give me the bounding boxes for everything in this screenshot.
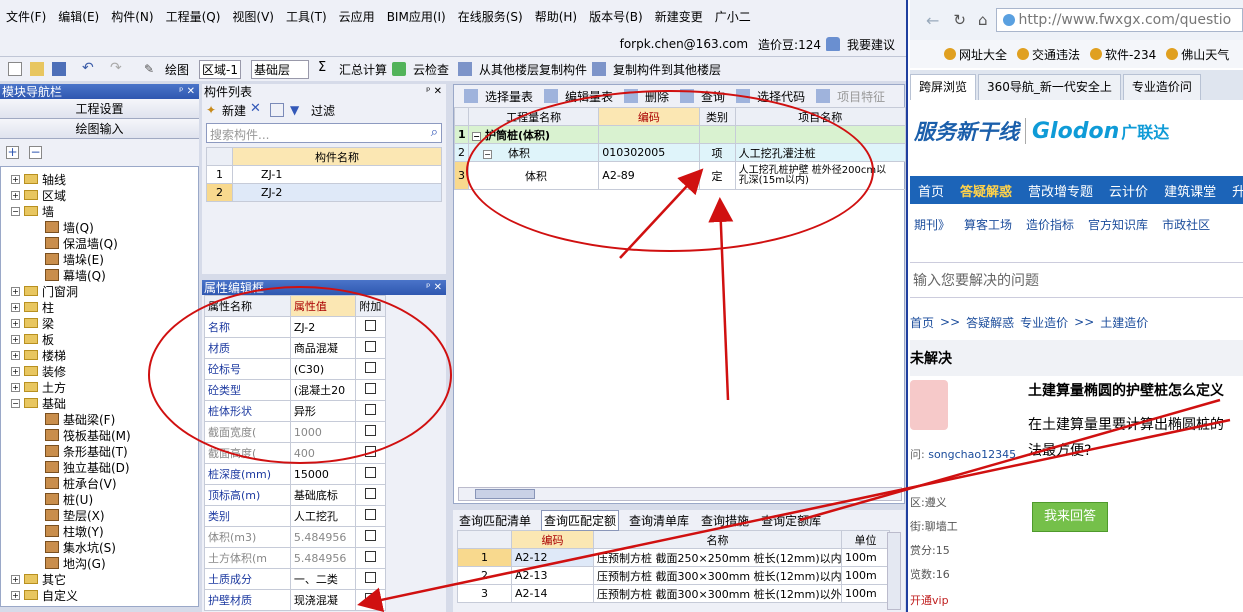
arrow-to-wall-material: [357, 418, 1231, 612]
arrow-line: [799, 398, 1221, 522]
annotation-arrows: [357, 168, 1231, 612]
arrow-to-type: [619, 168, 704, 259]
arrow-to-code: [708, 197, 734, 401]
